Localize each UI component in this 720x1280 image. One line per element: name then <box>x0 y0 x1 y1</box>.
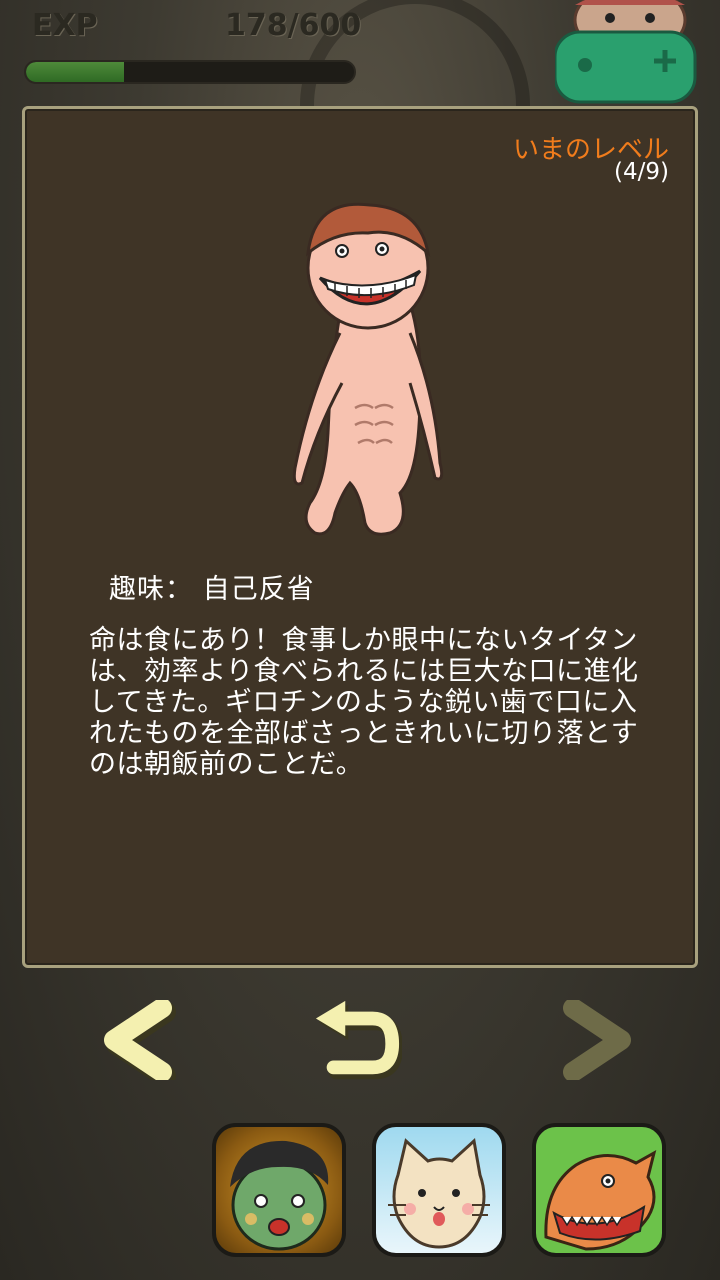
return-arrow-icon <box>315 1000 402 1080</box>
cat-app-icon[interactable] <box>372 1123 506 1257</box>
hobby-text: 趣味： 自己反省 <box>109 574 315 605</box>
dinosaur-app-icon[interactable] <box>532 1123 666 1257</box>
exp-progress-fill <box>26 62 125 82</box>
return-button[interactable] <box>312 995 402 1085</box>
next-button[interactable] <box>550 995 640 1085</box>
background-character <box>555 0 697 104</box>
exp-label: EXP <box>32 8 98 43</box>
character-info-panel: いまのレベル (4/9) 趣味： 自己反省 命は食にあり！食事しか眼中にないタイ… <box>22 106 698 968</box>
character-description: 命は食にあり！食事しか眼中にないタイタンは、効率より食べられるには巨大な口に進化… <box>89 625 639 780</box>
chevron-right-icon <box>563 1000 631 1080</box>
titan-character-illustration <box>292 202 444 536</box>
exp-value: 178/600 <box>225 8 362 43</box>
chevron-left-icon <box>104 1000 176 1080</box>
level-count: (4/9) <box>614 159 669 185</box>
previous-button[interactable] <box>95 995 185 1085</box>
exp-progress-bar <box>24 60 356 84</box>
zombie-app-icon[interactable] <box>212 1123 346 1257</box>
